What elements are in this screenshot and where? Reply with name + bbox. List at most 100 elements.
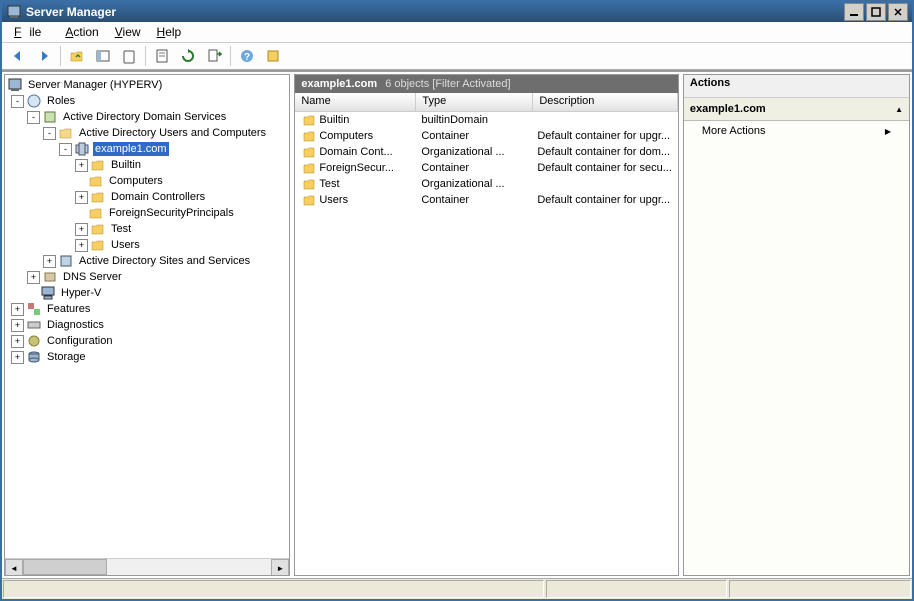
list-row[interactable]: UsersContainerDefault container for upgr… (295, 192, 678, 208)
minimize-button[interactable] (844, 3, 864, 21)
folder-icon (301, 145, 317, 159)
toggle-icon[interactable]: + (11, 319, 24, 332)
list-row[interactable]: TestOrganizational ... (295, 176, 678, 192)
domain-icon (74, 141, 90, 157)
back-button[interactable] (6, 44, 30, 68)
filter-button[interactable] (261, 44, 285, 68)
list-cell-name: Computers (319, 130, 373, 142)
list-cell-type: builtinDomain (415, 114, 531, 126)
aduc-icon (58, 125, 74, 141)
action-more-actions[interactable]: More Actions ▶ (684, 121, 909, 141)
toggle-icon[interactable]: + (75, 159, 88, 172)
action-label: More Actions (702, 125, 766, 137)
window-title: Server Manager (26, 5, 844, 19)
delete-button[interactable] (117, 44, 141, 68)
toggle-icon[interactable]: + (11, 335, 24, 348)
menu-help[interactable]: Help (149, 25, 190, 39)
list-column-headers: Name Type Description (295, 93, 678, 112)
menu-file[interactable]: File (6, 25, 57, 39)
tree-node-root[interactable]: Server Manager (HYPERV) (7, 77, 287, 93)
folder-icon (90, 189, 106, 205)
toggle-icon[interactable]: + (11, 351, 24, 364)
folder-icon (88, 205, 104, 221)
client-area: Server Manager (HYPERV) - Roles - Active… (2, 70, 912, 578)
list-pane-title: example1.com (301, 78, 377, 90)
list-row[interactable]: ForeignSecur...ContainerDefault containe… (295, 160, 678, 176)
toggle-icon[interactable]: - (59, 143, 72, 156)
list-cell-name: Users (319, 194, 348, 206)
list-body[interactable]: BuiltinbuiltinDomainComputersContainerDe… (295, 112, 678, 575)
toggle-icon[interactable]: + (75, 191, 88, 204)
forward-button[interactable] (32, 44, 56, 68)
window-controls (844, 3, 908, 21)
menu-action[interactable]: Action (57, 25, 106, 39)
tree-node-adds[interactable]: - Active Directory Domain Services (7, 109, 287, 125)
show-hide-button[interactable] (91, 44, 115, 68)
tree-node-test[interactable]: + Test (7, 221, 287, 237)
list-row[interactable]: BuiltinbuiltinDomain (295, 112, 678, 128)
column-name[interactable]: Name (295, 93, 416, 111)
tree-node-builtin[interactable]: + Builtin (7, 157, 287, 173)
help-button[interactable]: ? (235, 44, 259, 68)
tree-node-roles[interactable]: - Roles (7, 93, 287, 109)
list-cell-type: Organizational ... (415, 178, 531, 190)
up-button[interactable] (65, 44, 89, 68)
toggle-icon[interactable]: + (43, 255, 56, 268)
tree-node-features[interactable]: + Features (7, 301, 287, 317)
scroll-track[interactable] (107, 559, 271, 575)
features-icon (26, 301, 42, 317)
folder-icon (90, 157, 106, 173)
properties-button[interactable] (150, 44, 174, 68)
tree-node-dc[interactable]: + Domain Controllers (7, 189, 287, 205)
tree-node-hyperv[interactable]: Hyper-V (7, 285, 287, 301)
tree-node-storage[interactable]: + Storage (7, 349, 287, 365)
tree-selected-label: example1.com (93, 142, 169, 156)
list-cell-desc: Default container for upgr... (531, 130, 678, 142)
scroll-left-button[interactable]: ◄ (5, 559, 23, 576)
toggle-icon[interactable]: + (11, 303, 24, 316)
folder-icon (301, 161, 317, 175)
toggle-icon[interactable]: - (27, 111, 40, 124)
folder-icon (301, 193, 317, 207)
tree-node-config[interactable]: + Configuration (7, 333, 287, 349)
window: Server Manager File Action View Help ? (0, 0, 914, 601)
collapse-icon: ▲ (895, 105, 903, 114)
horizontal-scrollbar[interactable]: ◄ ► (5, 558, 289, 575)
status-cell (546, 580, 728, 598)
list-row[interactable]: Domain Cont...Organizational ...Default … (295, 144, 678, 160)
tree-node-computers[interactable]: Computers (7, 173, 287, 189)
tree-node-aduc[interactable]: - Active Directory Users and Computers (7, 125, 287, 141)
column-description[interactable]: Description (533, 93, 678, 111)
refresh-button[interactable] (176, 44, 200, 68)
tree-pane[interactable]: Server Manager (HYPERV) - Roles - Active… (4, 74, 290, 576)
column-type[interactable]: Type (416, 93, 533, 111)
toggle-icon[interactable]: - (43, 127, 56, 140)
toggle-icon[interactable]: - (11, 95, 24, 108)
tree-node-diag[interactable]: + Diagnostics (7, 317, 287, 333)
toggle-icon[interactable]: + (75, 239, 88, 252)
tree-node-domain[interactable]: - example1.com (7, 141, 287, 157)
tree-node-dns[interactable]: + DNS Server (7, 269, 287, 285)
scroll-thumb[interactable] (23, 559, 107, 575)
folder-icon (90, 237, 106, 253)
tree-node-adss[interactable]: + Active Directory Sites and Services (7, 253, 287, 269)
close-button[interactable] (888, 3, 908, 21)
dns-icon (42, 269, 58, 285)
toggle-icon[interactable]: + (75, 223, 88, 236)
export-button[interactable] (202, 44, 226, 68)
scroll-right-button[interactable]: ► (271, 559, 289, 576)
folder-icon (301, 129, 317, 143)
tree-view[interactable]: Server Manager (HYPERV) - Roles - Active… (5, 75, 289, 367)
list-cell-type: Container (415, 162, 531, 174)
list-row[interactable]: Computers ContainerDefault container for … (295, 128, 678, 144)
tree-node-fsp[interactable]: ForeignSecurityPrincipals (7, 205, 287, 221)
maximize-button[interactable] (866, 3, 886, 21)
list-cell-type: Container (415, 194, 531, 206)
status-cell (729, 580, 911, 598)
list-cell-type: Organizational ... (415, 146, 531, 158)
list-cell-type: Container (415, 130, 531, 142)
menu-view[interactable]: View (107, 25, 149, 39)
actions-group-header[interactable]: example1.com ▲ (684, 98, 909, 121)
tree-node-users[interactable]: + Users (7, 237, 287, 253)
toggle-icon[interactable]: + (27, 271, 40, 284)
